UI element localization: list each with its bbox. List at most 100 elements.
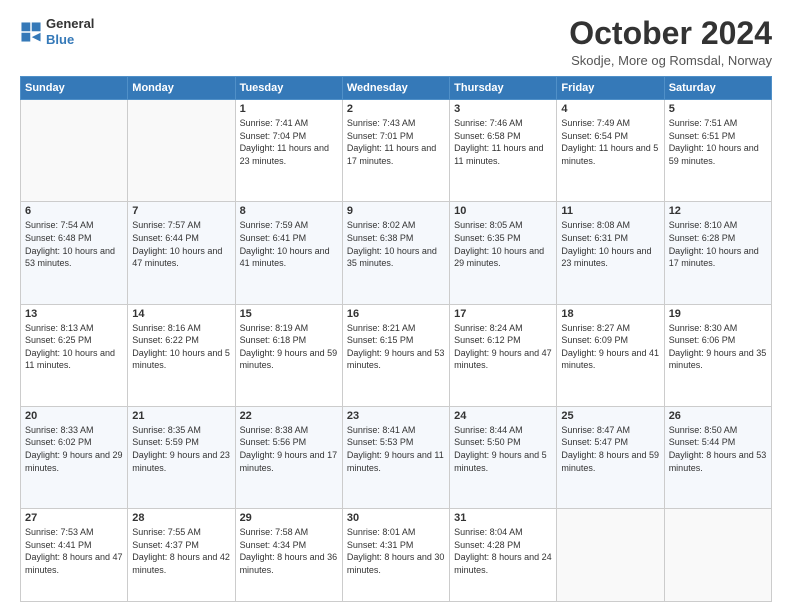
col-saturday: Saturday (664, 77, 771, 100)
table-row: 16 Sunrise: 8:21 AMSunset: 6:15 PMDaylig… (342, 304, 449, 406)
day-number: 12 (669, 205, 767, 217)
table-row: 24 Sunrise: 8:44 AMSunset: 5:50 PMDaylig… (450, 406, 557, 508)
table-row: 9 Sunrise: 8:02 AMSunset: 6:38 PMDayligh… (342, 202, 449, 304)
day-info: Sunrise: 7:43 AMSunset: 7:01 PMDaylight:… (347, 117, 445, 167)
col-friday: Friday (557, 77, 664, 100)
table-row: 15 Sunrise: 8:19 AMSunset: 6:18 PMDaylig… (235, 304, 342, 406)
day-number: 25 (561, 410, 659, 422)
day-number: 23 (347, 410, 445, 422)
day-number: 20 (25, 410, 123, 422)
day-number: 26 (669, 410, 767, 422)
subtitle: Skodje, More og Romsdal, Norway (569, 53, 772, 68)
table-row: 4 Sunrise: 7:49 AMSunset: 6:54 PMDayligh… (557, 100, 664, 202)
day-number: 21 (132, 410, 230, 422)
day-number: 1 (240, 103, 338, 115)
day-number: 22 (240, 410, 338, 422)
day-number: 6 (25, 205, 123, 217)
day-number: 30 (347, 512, 445, 524)
table-row: 31 Sunrise: 8:04 AMSunset: 4:28 PMDaylig… (450, 509, 557, 602)
table-row: 2 Sunrise: 7:43 AMSunset: 7:01 PMDayligh… (342, 100, 449, 202)
day-number: 24 (454, 410, 552, 422)
day-info: Sunrise: 7:41 AMSunset: 7:04 PMDaylight:… (240, 117, 338, 167)
table-row: 17 Sunrise: 8:24 AMSunset: 6:12 PMDaylig… (450, 304, 557, 406)
table-row: 23 Sunrise: 8:41 AMSunset: 5:53 PMDaylig… (342, 406, 449, 508)
page: General Blue October 2024 Skodje, More o… (0, 0, 792, 612)
table-row: 7 Sunrise: 7:57 AMSunset: 6:44 PMDayligh… (128, 202, 235, 304)
day-info: Sunrise: 7:46 AMSunset: 6:58 PMDaylight:… (454, 117, 552, 167)
col-thursday: Thursday (450, 77, 557, 100)
day-info: Sunrise: 7:51 AMSunset: 6:51 PMDaylight:… (669, 117, 767, 167)
day-number: 31 (454, 512, 552, 524)
day-info: Sunrise: 8:08 AMSunset: 6:31 PMDaylight:… (561, 219, 659, 269)
day-info: Sunrise: 8:21 AMSunset: 6:15 PMDaylight:… (347, 322, 445, 372)
table-row: 28 Sunrise: 7:55 AMSunset: 4:37 PMDaylig… (128, 509, 235, 602)
day-number: 28 (132, 512, 230, 524)
table-row: 29 Sunrise: 7:58 AMSunset: 4:34 PMDaylig… (235, 509, 342, 602)
title-block: October 2024 Skodje, More og Romsdal, No… (569, 16, 772, 68)
table-row: 19 Sunrise: 8:30 AMSunset: 6:06 PMDaylig… (664, 304, 771, 406)
col-wednesday: Wednesday (342, 77, 449, 100)
col-monday: Monday (128, 77, 235, 100)
table-row: 10 Sunrise: 8:05 AMSunset: 6:35 PMDaylig… (450, 202, 557, 304)
table-row: 3 Sunrise: 7:46 AMSunset: 6:58 PMDayligh… (450, 100, 557, 202)
day-info: Sunrise: 8:38 AMSunset: 5:56 PMDaylight:… (240, 424, 338, 474)
day-number: 14 (132, 308, 230, 320)
day-info: Sunrise: 8:19 AMSunset: 6:18 PMDaylight:… (240, 322, 338, 372)
table-row: 14 Sunrise: 8:16 AMSunset: 6:22 PMDaylig… (128, 304, 235, 406)
logo: General Blue (20, 16, 94, 47)
day-info: Sunrise: 8:02 AMSunset: 6:38 PMDaylight:… (347, 219, 445, 269)
day-info: Sunrise: 8:44 AMSunset: 5:50 PMDaylight:… (454, 424, 552, 474)
table-row (21, 100, 128, 202)
day-number: 19 (669, 308, 767, 320)
day-number: 11 (561, 205, 659, 217)
day-number: 16 (347, 308, 445, 320)
table-row (128, 100, 235, 202)
logo-line2: Blue (46, 32, 94, 48)
calendar-table: Sunday Monday Tuesday Wednesday Thursday… (20, 76, 772, 602)
logo-icon (20, 21, 42, 43)
day-number: 2 (347, 103, 445, 115)
day-info: Sunrise: 7:58 AMSunset: 4:34 PMDaylight:… (240, 526, 338, 576)
day-info: Sunrise: 8:27 AMSunset: 6:09 PMDaylight:… (561, 322, 659, 372)
table-row: 5 Sunrise: 7:51 AMSunset: 6:51 PMDayligh… (664, 100, 771, 202)
day-info: Sunrise: 8:16 AMSunset: 6:22 PMDaylight:… (132, 322, 230, 372)
logo-line1: General (46, 16, 94, 32)
day-number: 29 (240, 512, 338, 524)
table-row: 26 Sunrise: 8:50 AMSunset: 5:44 PMDaylig… (664, 406, 771, 508)
table-row: 8 Sunrise: 7:59 AMSunset: 6:41 PMDayligh… (235, 202, 342, 304)
day-number: 15 (240, 308, 338, 320)
day-number: 27 (25, 512, 123, 524)
day-info: Sunrise: 8:13 AMSunset: 6:25 PMDaylight:… (25, 322, 123, 372)
day-number: 3 (454, 103, 552, 115)
day-info: Sunrise: 7:53 AMSunset: 4:41 PMDaylight:… (25, 526, 123, 576)
day-info: Sunrise: 8:47 AMSunset: 5:47 PMDaylight:… (561, 424, 659, 474)
day-number: 4 (561, 103, 659, 115)
day-number: 18 (561, 308, 659, 320)
table-row: 20 Sunrise: 8:33 AMSunset: 6:02 PMDaylig… (21, 406, 128, 508)
table-row: 27 Sunrise: 7:53 AMSunset: 4:41 PMDaylig… (21, 509, 128, 602)
day-number: 13 (25, 308, 123, 320)
day-info: Sunrise: 7:54 AMSunset: 6:48 PMDaylight:… (25, 219, 123, 269)
day-number: 8 (240, 205, 338, 217)
day-number: 17 (454, 308, 552, 320)
table-row: 12 Sunrise: 8:10 AMSunset: 6:28 PMDaylig… (664, 202, 771, 304)
table-row: 25 Sunrise: 8:47 AMSunset: 5:47 PMDaylig… (557, 406, 664, 508)
calendar-header-row: Sunday Monday Tuesday Wednesday Thursday… (21, 77, 772, 100)
day-info: Sunrise: 7:55 AMSunset: 4:37 PMDaylight:… (132, 526, 230, 576)
table-row: 21 Sunrise: 8:35 AMSunset: 5:59 PMDaylig… (128, 406, 235, 508)
day-info: Sunrise: 8:01 AMSunset: 4:31 PMDaylight:… (347, 526, 445, 576)
table-row (664, 509, 771, 602)
day-number: 10 (454, 205, 552, 217)
col-sunday: Sunday (21, 77, 128, 100)
logo-text: General Blue (46, 16, 94, 47)
day-info: Sunrise: 8:33 AMSunset: 6:02 PMDaylight:… (25, 424, 123, 474)
table-row: 22 Sunrise: 8:38 AMSunset: 5:56 PMDaylig… (235, 406, 342, 508)
day-number: 9 (347, 205, 445, 217)
table-row: 30 Sunrise: 8:01 AMSunset: 4:31 PMDaylig… (342, 509, 449, 602)
col-tuesday: Tuesday (235, 77, 342, 100)
table-row: 13 Sunrise: 8:13 AMSunset: 6:25 PMDaylig… (21, 304, 128, 406)
day-info: Sunrise: 8:04 AMSunset: 4:28 PMDaylight:… (454, 526, 552, 576)
table-row (557, 509, 664, 602)
day-info: Sunrise: 8:10 AMSunset: 6:28 PMDaylight:… (669, 219, 767, 269)
day-info: Sunrise: 8:35 AMSunset: 5:59 PMDaylight:… (132, 424, 230, 474)
